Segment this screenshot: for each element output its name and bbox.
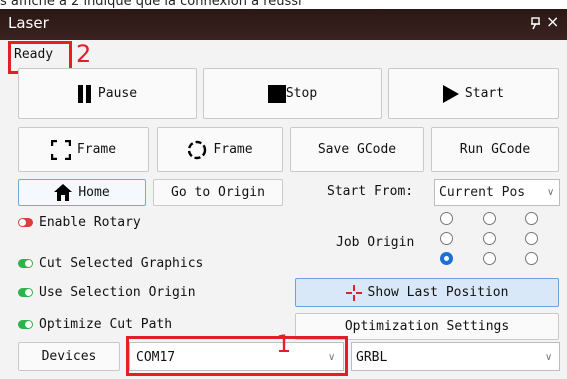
chevron-down-icon: ∨	[545, 352, 553, 363]
annotation-number-2: 2	[76, 40, 92, 68]
start-button[interactable]: Start	[388, 68, 559, 119]
frame-label: Frame	[76, 142, 117, 157]
start-from-value: Current Pos	[439, 185, 526, 200]
close-icon[interactable]: ×	[546, 12, 559, 31]
home-icon	[54, 184, 73, 201]
start-label: Start	[464, 86, 505, 101]
devices-button[interactable]: Devices	[18, 342, 120, 371]
job-origin-radio-middle-left[interactable]	[440, 232, 453, 245]
optimize-cut-label: Optimize Cut Path	[39, 317, 173, 332]
annotation-box-1	[126, 336, 348, 376]
optimize-cut-toggle[interactable]: Optimize Cut Path	[18, 317, 248, 333]
save-gcode-button[interactable]: Save GCode	[290, 127, 424, 172]
job-origin-radio-top-left[interactable]	[440, 212, 453, 225]
stop-button[interactable]: Stop	[203, 68, 382, 119]
run-gcode-button[interactable]: Run GCode	[431, 127, 559, 172]
crosshair-icon	[345, 284, 362, 301]
start-from-label: Start From:	[327, 184, 414, 199]
use-selection-origin-label: Use Selection Origin	[39, 285, 196, 300]
optimization-settings-label: Optimization Settings	[344, 319, 510, 334]
pause-button[interactable]: Pause	[18, 68, 197, 119]
title-bar	[0, 9, 567, 40]
job-origin-radio-bottom-center[interactable]	[483, 252, 496, 265]
toggle-on-icon	[18, 320, 33, 329]
job-origin-radio-bottom-left[interactable]	[440, 252, 453, 265]
frame-button[interactable]: Frame	[18, 127, 149, 172]
home-label: Home	[78, 185, 110, 200]
job-origin-radio-middle-center[interactable]	[483, 232, 496, 245]
devices-label: Devices	[41, 349, 97, 364]
home-button[interactable]: Home	[18, 179, 146, 206]
use-selection-origin-toggle[interactable]: Use Selection Origin	[18, 285, 248, 301]
window-title: Laser	[8, 14, 49, 32]
start-from-select[interactable]: Current Pos ∨	[434, 179, 560, 206]
job-origin-radio-bottom-right[interactable]	[525, 252, 538, 265]
frame-circle-button[interactable]: Frame	[157, 127, 283, 172]
toggle-off-icon	[18, 218, 33, 227]
job-origin-radio-top-center[interactable]	[483, 212, 496, 225]
job-origin-radio-top-right[interactable]	[525, 212, 538, 225]
go-to-origin-label: Go to Origin	[171, 185, 265, 200]
chevron-down-icon: ∨	[547, 187, 555, 198]
go-to-origin-button[interactable]: Go to Origin	[153, 179, 283, 206]
frame-circle-label: Frame	[213, 142, 253, 157]
pause-icon	[77, 84, 91, 103]
save-gcode-label: Save GCode	[317, 142, 397, 157]
cut-selected-toggle[interactable]: Cut Selected Graphics	[18, 256, 248, 272]
stop-label: Stop	[285, 86, 318, 101]
frame-circle-icon	[188, 140, 207, 159]
cut-selected-label: Cut Selected Graphics	[39, 256, 204, 271]
controller-select[interactable]: GRBL ∨	[351, 342, 560, 371]
pin-icon[interactable]	[528, 16, 542, 30]
run-gcode-label: Run GCode	[459, 142, 531, 157]
controller-value: GRBL	[356, 350, 388, 365]
show-last-position-button[interactable]: Show Last Position	[295, 278, 559, 307]
play-icon	[442, 84, 459, 103]
caption-text: s affiche à 2 indique que la connexion a…	[0, 0, 302, 8]
annotation-number-1: 1	[276, 330, 292, 358]
job-origin-radio-middle-right[interactable]	[525, 232, 538, 245]
stop-icon	[267, 84, 286, 103]
show-last-position-label: Show Last Position	[367, 285, 509, 300]
job-origin-label: Job Origin	[336, 235, 415, 250]
enable-rotary-label: Enable Rotary	[39, 215, 141, 230]
toggle-on-icon	[18, 288, 33, 297]
frame-square-icon	[50, 139, 71, 160]
toggle-on-icon	[18, 259, 33, 268]
pause-label: Pause	[97, 86, 138, 101]
enable-rotary-toggle[interactable]: Enable Rotary	[18, 215, 168, 231]
